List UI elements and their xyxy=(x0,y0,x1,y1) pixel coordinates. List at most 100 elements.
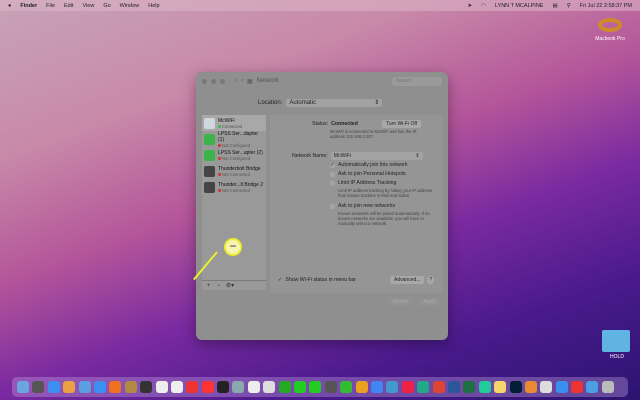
desktop-folder-icon[interactable]: HOLD xyxy=(602,330,632,360)
dock-app-icon[interactable] xyxy=(32,381,45,393)
dock-app-icon[interactable] xyxy=(201,381,214,393)
menu-file[interactable]: File xyxy=(46,3,55,9)
dock-app-icon[interactable] xyxy=(463,381,476,393)
grid-icon[interactable]: ▦ xyxy=(247,78,253,85)
remove-service-button[interactable]: − xyxy=(214,283,223,289)
hotspots-label: Ask to join Personal Hotspots xyxy=(338,171,406,177)
service-item[interactable]: McWiFi Connected xyxy=(202,115,266,131)
dock-app-icon[interactable] xyxy=(93,381,106,393)
limit-ip-description: Limit IP address tracking by hiding your… xyxy=(338,188,433,198)
forward-icon[interactable]: › xyxy=(241,78,243,84)
dock-app-icon[interactable] xyxy=(340,381,353,393)
dock-app-icon[interactable] xyxy=(447,381,460,393)
dock-app-icon[interactable] xyxy=(540,381,553,393)
dock-app-icon[interactable] xyxy=(432,381,445,393)
apply-button[interactable]: Apply xyxy=(419,298,440,306)
dock-app-icon[interactable] xyxy=(401,381,414,393)
ask-new-description: Known networks will be joined automatica… xyxy=(338,211,430,226)
dock-app-icon[interactable] xyxy=(524,381,537,393)
ask-new-checkbox[interactable] xyxy=(330,203,335,209)
add-service-button[interactable]: + xyxy=(204,283,213,289)
menu-help[interactable]: Help xyxy=(148,3,159,9)
dock-app-icon[interactable] xyxy=(586,381,599,393)
dock-app-icon[interactable] xyxy=(217,381,230,393)
service-item[interactable]: LPSS Ser...apter (2) Not Configured xyxy=(202,147,266,163)
hotspots-checkbox[interactable] xyxy=(330,171,335,177)
desktop-drive-icon[interactable]: Macbook Pro xyxy=(590,18,630,42)
location-icon[interactable]: ➤ xyxy=(467,3,472,9)
dock-app-icon[interactable] xyxy=(232,381,245,393)
service-item[interactable]: Thunderbolt Bridge Not Connected xyxy=(202,163,266,179)
network-name-value: McWiFi xyxy=(333,153,352,159)
phone-icon xyxy=(204,133,215,145)
status-label: Status: xyxy=(312,121,329,127)
user-name[interactable]: LYNN T MCALPINE xyxy=(495,3,544,9)
revert-button[interactable]: Revert xyxy=(388,298,412,306)
dock-app-icon[interactable] xyxy=(186,381,199,393)
apple-icon[interactable]: ● xyxy=(8,3,11,9)
auto-join-label: Automatically join this network xyxy=(338,162,408,168)
dock xyxy=(12,377,628,397)
dock-app-icon[interactable] xyxy=(324,381,337,393)
advanced-button[interactable]: Advanced... xyxy=(390,276,425,284)
dock-app-icon[interactable] xyxy=(124,381,137,393)
title-bar: ‹ › ▦ Network Search xyxy=(196,72,448,90)
menu-view[interactable]: View xyxy=(83,3,95,9)
menu-go[interactable]: Go xyxy=(103,3,110,9)
dock-app-icon[interactable] xyxy=(63,381,76,393)
action-menu-button[interactable]: ⚙▾ xyxy=(224,282,236,289)
folder-label: HOLD xyxy=(610,354,624,360)
dock-app-icon[interactable] xyxy=(571,381,584,393)
dock-app-icon[interactable] xyxy=(601,381,614,393)
limit-ip-checkbox[interactable] xyxy=(330,180,335,186)
dock-app-icon[interactable] xyxy=(494,381,507,393)
dock-app-icon[interactable] xyxy=(247,381,260,393)
dock-app-icon[interactable] xyxy=(170,381,183,393)
callout-remove-highlight: − xyxy=(224,238,242,256)
dock-app-icon[interactable] xyxy=(155,381,168,393)
dock-app-icon[interactable] xyxy=(417,381,430,393)
dock-app-icon[interactable] xyxy=(555,381,568,393)
dock-app-icon[interactable] xyxy=(17,381,29,393)
menu-window[interactable]: Window xyxy=(120,3,140,9)
dock-app-icon[interactable] xyxy=(78,381,91,393)
dock-app-icon[interactable] xyxy=(478,381,491,393)
dock-app-icon[interactable] xyxy=(109,381,122,393)
turn-wifi-off-button[interactable]: Turn Wi-Fi Off xyxy=(382,120,422,128)
service-item[interactable]: LPSS Ser...dapter (1) Not Configured xyxy=(202,131,266,148)
back-icon[interactable]: ‹ xyxy=(235,78,237,84)
wifi-icon[interactable]: ◠ xyxy=(481,3,486,9)
minimize-button[interactable] xyxy=(211,78,216,84)
dock-app-icon[interactable] xyxy=(263,381,276,393)
menu-finder[interactable]: Finder xyxy=(20,3,37,9)
search-input[interactable]: Search xyxy=(392,76,442,86)
dock-app-icon[interactable] xyxy=(386,381,399,393)
menu-edit[interactable]: Edit xyxy=(64,3,73,9)
footer-buttons: Revert Apply xyxy=(388,298,440,306)
close-button[interactable] xyxy=(202,78,207,84)
network-name-select[interactable]: McWiFi ⇕ xyxy=(330,152,423,160)
dock-app-icon[interactable] xyxy=(309,381,322,393)
control-center-icon[interactable]: ▤ xyxy=(552,3,557,9)
service-item[interactable]: Thunder...lt Bridge 2 Not Connected xyxy=(202,179,266,195)
service-status: Not Connected xyxy=(222,171,250,177)
zoom-button[interactable] xyxy=(220,78,225,84)
dock-app-icon[interactable] xyxy=(140,381,153,393)
thunderbolt-icon xyxy=(204,165,215,177)
dock-app-icon[interactable] xyxy=(509,381,522,393)
dock-app-icon[interactable] xyxy=(370,381,383,393)
clock[interactable]: Fri Jul 22 2:58:37 PM xyxy=(580,3,632,9)
network-name-label: Network Name: xyxy=(292,153,328,159)
location-select[interactable]: Automatic ⇕ xyxy=(286,99,383,107)
status-dot xyxy=(218,172,221,176)
status-dot xyxy=(218,188,221,192)
dock-app-icon[interactable] xyxy=(294,381,307,393)
updown-icon: ⇕ xyxy=(374,100,380,106)
dock-app-icon[interactable] xyxy=(47,381,60,393)
search-icon[interactable]: ⚲ xyxy=(567,3,571,9)
dock-app-icon[interactable] xyxy=(278,381,291,393)
help-button[interactable]: ? xyxy=(427,276,435,284)
show-status-checkbox[interactable]: ✓ xyxy=(278,277,282,283)
auto-join-checkbox[interactable]: ✓ xyxy=(330,162,335,168)
dock-app-icon[interactable] xyxy=(355,381,368,393)
